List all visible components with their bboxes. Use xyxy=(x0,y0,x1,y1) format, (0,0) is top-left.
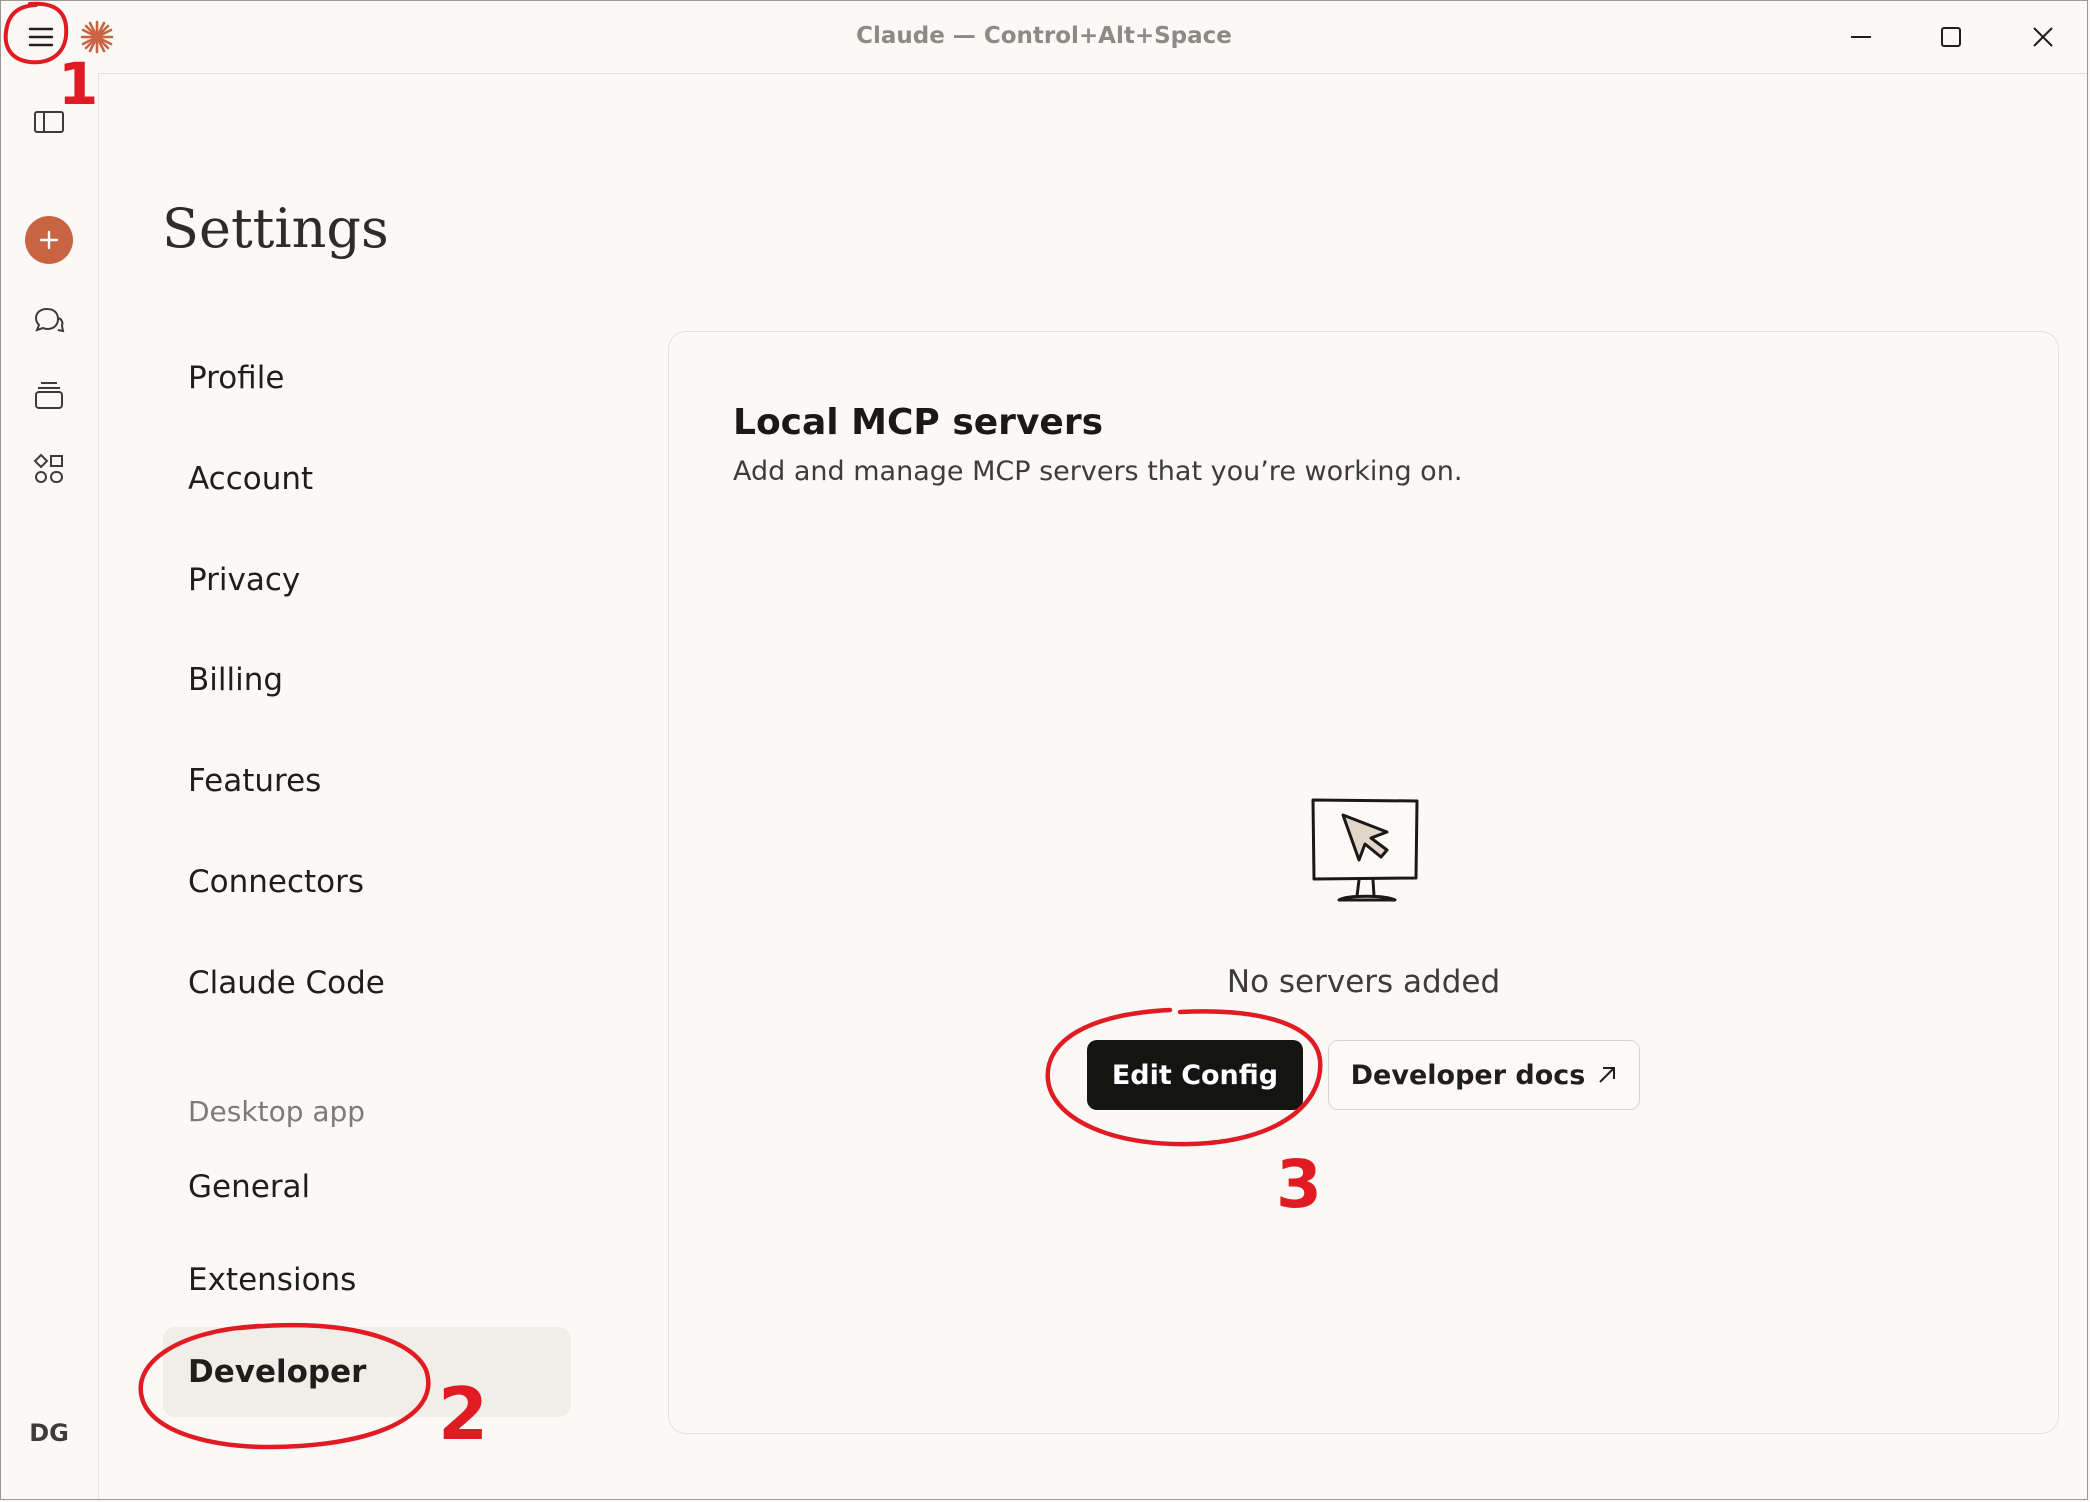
minimize-button[interactable] xyxy=(1831,15,1891,59)
computer-cursor-icon xyxy=(1311,798,1419,902)
card-subtitle: Add and manage MCP servers that you’re w… xyxy=(733,456,1463,487)
nav-section-desktop-app: Desktop app xyxy=(188,1095,366,1128)
nav-item-general[interactable]: General xyxy=(163,1142,571,1232)
nav-item-features[interactable]: Features xyxy=(163,736,571,826)
plus-icon xyxy=(39,230,59,250)
nav-item-connectors[interactable]: Connectors xyxy=(163,837,571,927)
window-title: Claude — Control+Alt+Space xyxy=(856,23,1232,49)
projects-button[interactable] xyxy=(25,371,73,419)
new-chat-button[interactable] xyxy=(25,216,73,264)
nav-item-billing[interactable]: Billing xyxy=(163,635,571,725)
nav-item-profile[interactable]: Profile xyxy=(163,333,571,423)
close-button[interactable] xyxy=(2013,15,2073,59)
nav-item-account[interactable]: Account xyxy=(163,434,571,524)
external-link-arrow-icon xyxy=(1599,1067,1616,1083)
chats-button[interactable] xyxy=(25,297,73,345)
artifacts-button[interactable] xyxy=(25,445,73,493)
nav-item-developer[interactable]: Developer xyxy=(163,1327,571,1417)
close-icon xyxy=(2033,27,2053,47)
edit-config-button[interactable]: Edit Config xyxy=(1087,1040,1303,1110)
nav-item-privacy[interactable]: Privacy xyxy=(163,535,571,625)
nav-item-extensions[interactable]: Extensions xyxy=(163,1235,571,1325)
maximize-icon xyxy=(1941,27,1961,47)
minimize-icon xyxy=(1851,36,1871,38)
empty-state-text: No servers added xyxy=(1226,964,1501,1000)
maximize-button[interactable] xyxy=(1921,15,1981,59)
mcp-servers-card: Local MCP servers Add and manage MCP ser… xyxy=(668,331,2059,1434)
annotation-number-1: 1 xyxy=(58,50,99,118)
page-title: Settings xyxy=(162,197,389,260)
nav-item-claude-code[interactable]: Claude Code xyxy=(163,938,571,1028)
developer-docs-label: Developer docs xyxy=(1350,1059,1586,1091)
left-rail: DG xyxy=(1,73,99,1499)
card-title: Local MCP servers xyxy=(733,402,1104,443)
title-bar: Claude — Control+Alt+Space xyxy=(1,1,2087,74)
chats-icon xyxy=(34,307,65,333)
annotation-number-3: 3 xyxy=(1276,1146,1322,1223)
user-avatar[interactable]: DG xyxy=(21,1413,77,1453)
annotation-number-2: 2 xyxy=(438,1372,489,1456)
projects-icon xyxy=(35,382,63,409)
app-window: Claude — Control+Alt+Space DG Settings P… xyxy=(0,0,2088,1500)
artifacts-icon xyxy=(33,453,63,483)
developer-docs-button[interactable]: Developer docs xyxy=(1328,1040,1640,1110)
